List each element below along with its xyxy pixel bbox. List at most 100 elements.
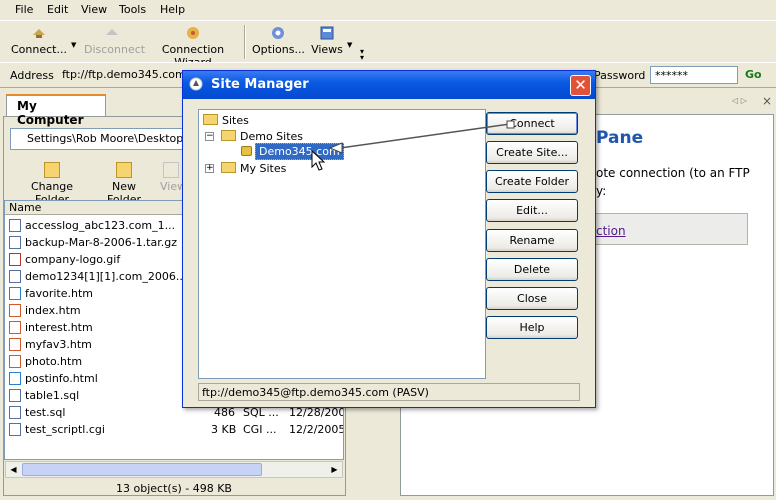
- site-manager-dialog: Site Manager ✕ Sites − Demo Sites Demo34…: [182, 70, 596, 408]
- file-date: 12/2/2005: [289, 423, 344, 436]
- scroll-right-icon[interactable]: ▶: [327, 462, 342, 477]
- menu-edit[interactable]: Edit: [47, 3, 68, 16]
- file-icon: [9, 304, 21, 317]
- collapse-icon[interactable]: −: [205, 132, 214, 141]
- create-folder-button[interactable]: Create Folder: [486, 170, 578, 193]
- new-folder-button[interactable]: New Folder: [94, 162, 154, 206]
- view-label: View: [160, 180, 182, 193]
- tree-node-sites[interactable]: Sites: [203, 114, 249, 127]
- folder-icon: [203, 114, 218, 125]
- column-name-header[interactable]: Name: [9, 201, 41, 214]
- dialog-title: Site Manager: [211, 77, 309, 92]
- close-button[interactable]: Close: [486, 287, 578, 310]
- rename-button[interactable]: Rename: [486, 229, 578, 252]
- new-folder-icon: [116, 162, 132, 178]
- task-pane-title: Pane: [596, 128, 644, 148]
- file-name: index.htm: [25, 304, 81, 317]
- file-name: postinfo.html: [25, 372, 98, 385]
- menu-file[interactable]: File: [15, 3, 33, 16]
- edit-button[interactable]: Edit...: [486, 199, 578, 222]
- tree-node-demo-sites-label: Demo Sites: [240, 130, 304, 143]
- expand-icon[interactable]: +: [205, 164, 214, 173]
- close-icon[interactable]: ✕: [570, 75, 591, 96]
- panel-nav-icon[interactable]: ◁ ▷: [732, 96, 747, 105]
- task-pane-text: ote connection (to an FTP y:: [596, 164, 750, 200]
- connect-button[interactable]: Connect...: [10, 25, 68, 61]
- delete-button[interactable]: Delete: [486, 258, 578, 281]
- menu-tools[interactable]: Tools: [119, 3, 146, 16]
- views-dropdown-icon[interactable]: ▼: [347, 41, 352, 49]
- folder-icon: [221, 130, 236, 141]
- scroll-thumb[interactable]: [22, 463, 262, 476]
- create-site-button[interactable]: Create Site...: [486, 141, 578, 164]
- file-icon: [9, 372, 21, 385]
- file-icon: [9, 406, 21, 419]
- file-name: photo.htm: [25, 355, 83, 368]
- file-icon: [9, 338, 21, 351]
- wizard-icon: [187, 27, 199, 39]
- file-icon: [9, 236, 21, 249]
- file-name: backup-Mar-8-2006-1.tar.gz: [25, 236, 177, 249]
- file-icon: [9, 355, 21, 368]
- site-manager-icon: [189, 77, 203, 91]
- task-pane-text-line2: y:: [596, 184, 607, 198]
- file-icon: [9, 253, 21, 266]
- tree-node-my-sites-label: My Sites: [240, 162, 287, 175]
- tree-node-demo345-label: Demo345.com: [255, 143, 344, 160]
- disconnect-label: Disconnect: [84, 43, 146, 56]
- password-input[interactable]: ******: [650, 66, 738, 84]
- horizontal-scrollbar[interactable]: ◀ ▶: [5, 461, 343, 478]
- file-name: favorite.htm: [25, 287, 94, 300]
- file-name: myfav3.htm: [25, 338, 92, 351]
- gear-icon: [272, 27, 284, 39]
- task-pane-text-line1: ote connection (to an FTP: [596, 166, 750, 180]
- tab-my-computer[interactable]: My Computer: [6, 94, 106, 127]
- menu-view[interactable]: View: [81, 3, 107, 16]
- toolbar: Connect... ▼ Disconnect Connection Wizar…: [0, 20, 776, 69]
- menu-help[interactable]: Help: [160, 3, 185, 16]
- connect-dropdown-icon[interactable]: ▼: [71, 41, 76, 49]
- tree-node-sites-label: Sites: [222, 114, 249, 127]
- change-folder-button[interactable]: Change Folder: [14, 162, 90, 206]
- lock-icon: [241, 146, 252, 156]
- task-pane-link[interactable]: ction: [596, 224, 626, 238]
- address-label: Address: [10, 69, 54, 82]
- tree-node-demo-sites[interactable]: Demo Sites: [221, 130, 303, 143]
- tree-node-my-sites[interactable]: My Sites: [221, 162, 286, 175]
- scroll-left-icon[interactable]: ◀: [6, 462, 21, 477]
- change-folder-icon: [44, 162, 60, 178]
- dialog-title-bar[interactable]: Site Manager: [183, 71, 595, 99]
- disconnect-icon: [106, 29, 118, 35]
- panel-close-icon[interactable]: ×: [762, 94, 772, 108]
- view-icon: [163, 162, 179, 178]
- options-button[interactable]: Options...: [252, 25, 305, 61]
- folder-icon: [221, 162, 236, 173]
- tree-node-demo345[interactable]: Demo345.com: [241, 143, 344, 160]
- file-type: CGI ...: [243, 423, 277, 436]
- dialog-status-text: ftp://demo345@ftp.demo345.com (PASV): [198, 383, 580, 401]
- toolbar-overflow-icon[interactable]: ▾ ▾: [360, 48, 368, 62]
- file-name: company-logo.gif: [25, 253, 121, 266]
- disconnect-button: Disconnect: [84, 25, 145, 61]
- connect-site-button[interactable]: Connect: [486, 112, 578, 135]
- file-icon: [9, 287, 21, 300]
- file-icon: [9, 270, 21, 283]
- go-button[interactable]: Go: [745, 68, 762, 81]
- file-name: table1.sql: [25, 389, 80, 402]
- file-name: test_scriptl.cgi: [25, 423, 105, 436]
- local-status-text: 13 object(s) - 498 KB: [116, 482, 232, 495]
- views-button[interactable]: Views: [310, 25, 344, 61]
- address-input[interactable]: ftp://ftp.demo345.com/: [58, 66, 182, 84]
- connect-icon: [33, 29, 45, 38]
- file-name: interest.htm: [25, 321, 93, 334]
- options-label: Options...: [252, 43, 305, 56]
- file-row[interactable]: test_scriptl.cgi 3 KB CGI ... 12/2/2005: [5, 421, 343, 438]
- file-name: test.sql: [25, 406, 66, 419]
- file-icon: [9, 389, 21, 402]
- password-label: Password: [594, 69, 646, 82]
- help-button[interactable]: Help: [486, 316, 578, 339]
- connection-wizard-button[interactable]: Connection Wizard: [146, 25, 240, 69]
- menu-bar: File Edit View Tools Help: [0, 0, 776, 20]
- file-name: demo1234[1][1].com_2006...: [25, 270, 187, 283]
- views-label: Views: [311, 43, 343, 56]
